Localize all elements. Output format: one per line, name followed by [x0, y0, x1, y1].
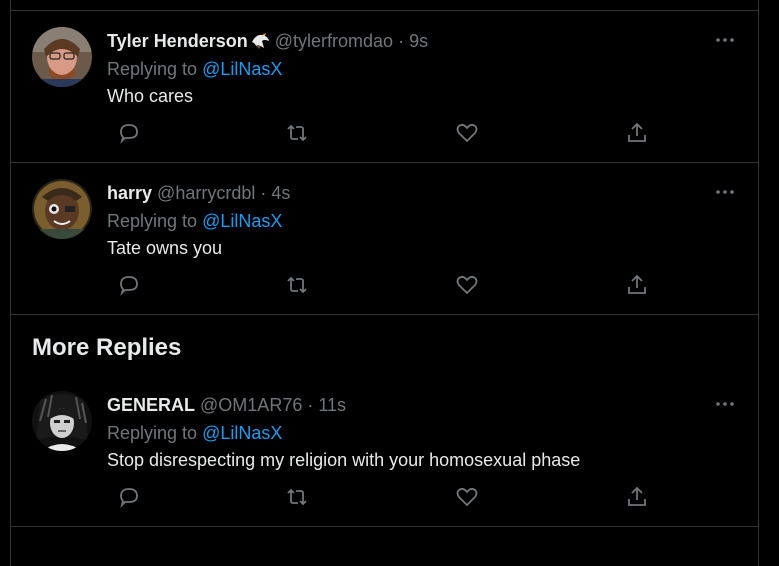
like-icon[interactable]	[455, 273, 479, 297]
tweet-item[interactable]: Tyler Henderson @tylerfromdao · 9s Reply…	[11, 11, 758, 163]
like-icon[interactable]	[455, 121, 479, 145]
mention-link[interactable]: @LilNasX	[202, 211, 282, 231]
timeline-page: Tyler Henderson @tylerfromdao · 9s Reply…	[0, 0, 779, 566]
tweet-text: Tate owns you	[107, 238, 223, 258]
tweet-text: Who cares	[107, 86, 194, 106]
tweet-actions	[107, 273, 647, 299]
replying-prefix: Replying to	[107, 423, 198, 443]
more-replies-heading: More Replies	[32, 334, 182, 361]
replying-to: Replying to @LilNasX	[107, 422, 282, 444]
like-icon[interactable]	[455, 485, 479, 509]
avatar[interactable]	[32, 27, 92, 87]
reply-icon[interactable]	[117, 273, 141, 297]
replying-to: Replying to @LilNasX	[107, 210, 282, 232]
retweet-icon[interactable]	[285, 485, 309, 509]
timestamp[interactable]: 9s	[409, 31, 428, 51]
mention-link[interactable]: @LilNasX	[202, 423, 282, 443]
share-icon[interactable]	[625, 121, 649, 145]
retweet-icon[interactable]	[285, 121, 309, 145]
reply-column: Tyler Henderson @tylerfromdao · 9s Reply…	[10, 0, 759, 566]
avatar[interactable]	[32, 179, 92, 239]
more-icon[interactable]	[714, 185, 736, 199]
tweet-header: Tyler Henderson @tylerfromdao · 9s	[107, 30, 428, 55]
avatar[interactable]	[32, 391, 92, 451]
separator-dot: ·	[260, 183, 267, 203]
share-icon[interactable]	[625, 273, 649, 297]
tweet-item[interactable]: GENERAL @OM1AR76 · 11s Replying to @LilN…	[11, 375, 758, 527]
reply-icon[interactable]	[117, 485, 141, 509]
user-handle[interactable]: @tylerfromdao	[275, 31, 393, 51]
user-handle[interactable]: @OM1AR76	[200, 395, 302, 415]
share-icon[interactable]	[625, 485, 649, 509]
replying-prefix: Replying to	[107, 59, 198, 79]
separator-dot: ·	[398, 31, 405, 51]
tweet-actions	[107, 485, 647, 511]
mention-link[interactable]: @LilNasX	[202, 59, 282, 79]
timestamp[interactable]: 11s	[318, 395, 346, 415]
user-handle[interactable]: @harrycrdbl	[157, 183, 255, 203]
eagle-icon	[250, 32, 270, 55]
retweet-icon[interactable]	[285, 273, 309, 297]
more-icon[interactable]	[714, 33, 736, 47]
display-name[interactable]: harry	[107, 183, 152, 203]
display-name[interactable]: Tyler Henderson	[107, 31, 248, 51]
timestamp[interactable]: 4s	[271, 183, 290, 203]
tweet-header: GENERAL @OM1AR76 · 11s	[107, 394, 346, 416]
display-name[interactable]: GENERAL	[107, 395, 195, 415]
replying-prefix: Replying to	[107, 211, 198, 231]
tweet-text: Stop disrespecting my religion with your…	[107, 450, 581, 470]
replying-to: Replying to @LilNasX	[107, 58, 282, 80]
reply-icon[interactable]	[117, 121, 141, 145]
tweet-actions	[107, 121, 647, 147]
tweet-header: harry @harrycrdbl · 4s	[107, 182, 290, 204]
more-icon[interactable]	[714, 397, 736, 411]
tweet-item[interactable]: harry @harrycrdbl · 4s Replying to @LilN…	[11, 163, 758, 315]
separator-dot: ·	[307, 395, 314, 415]
